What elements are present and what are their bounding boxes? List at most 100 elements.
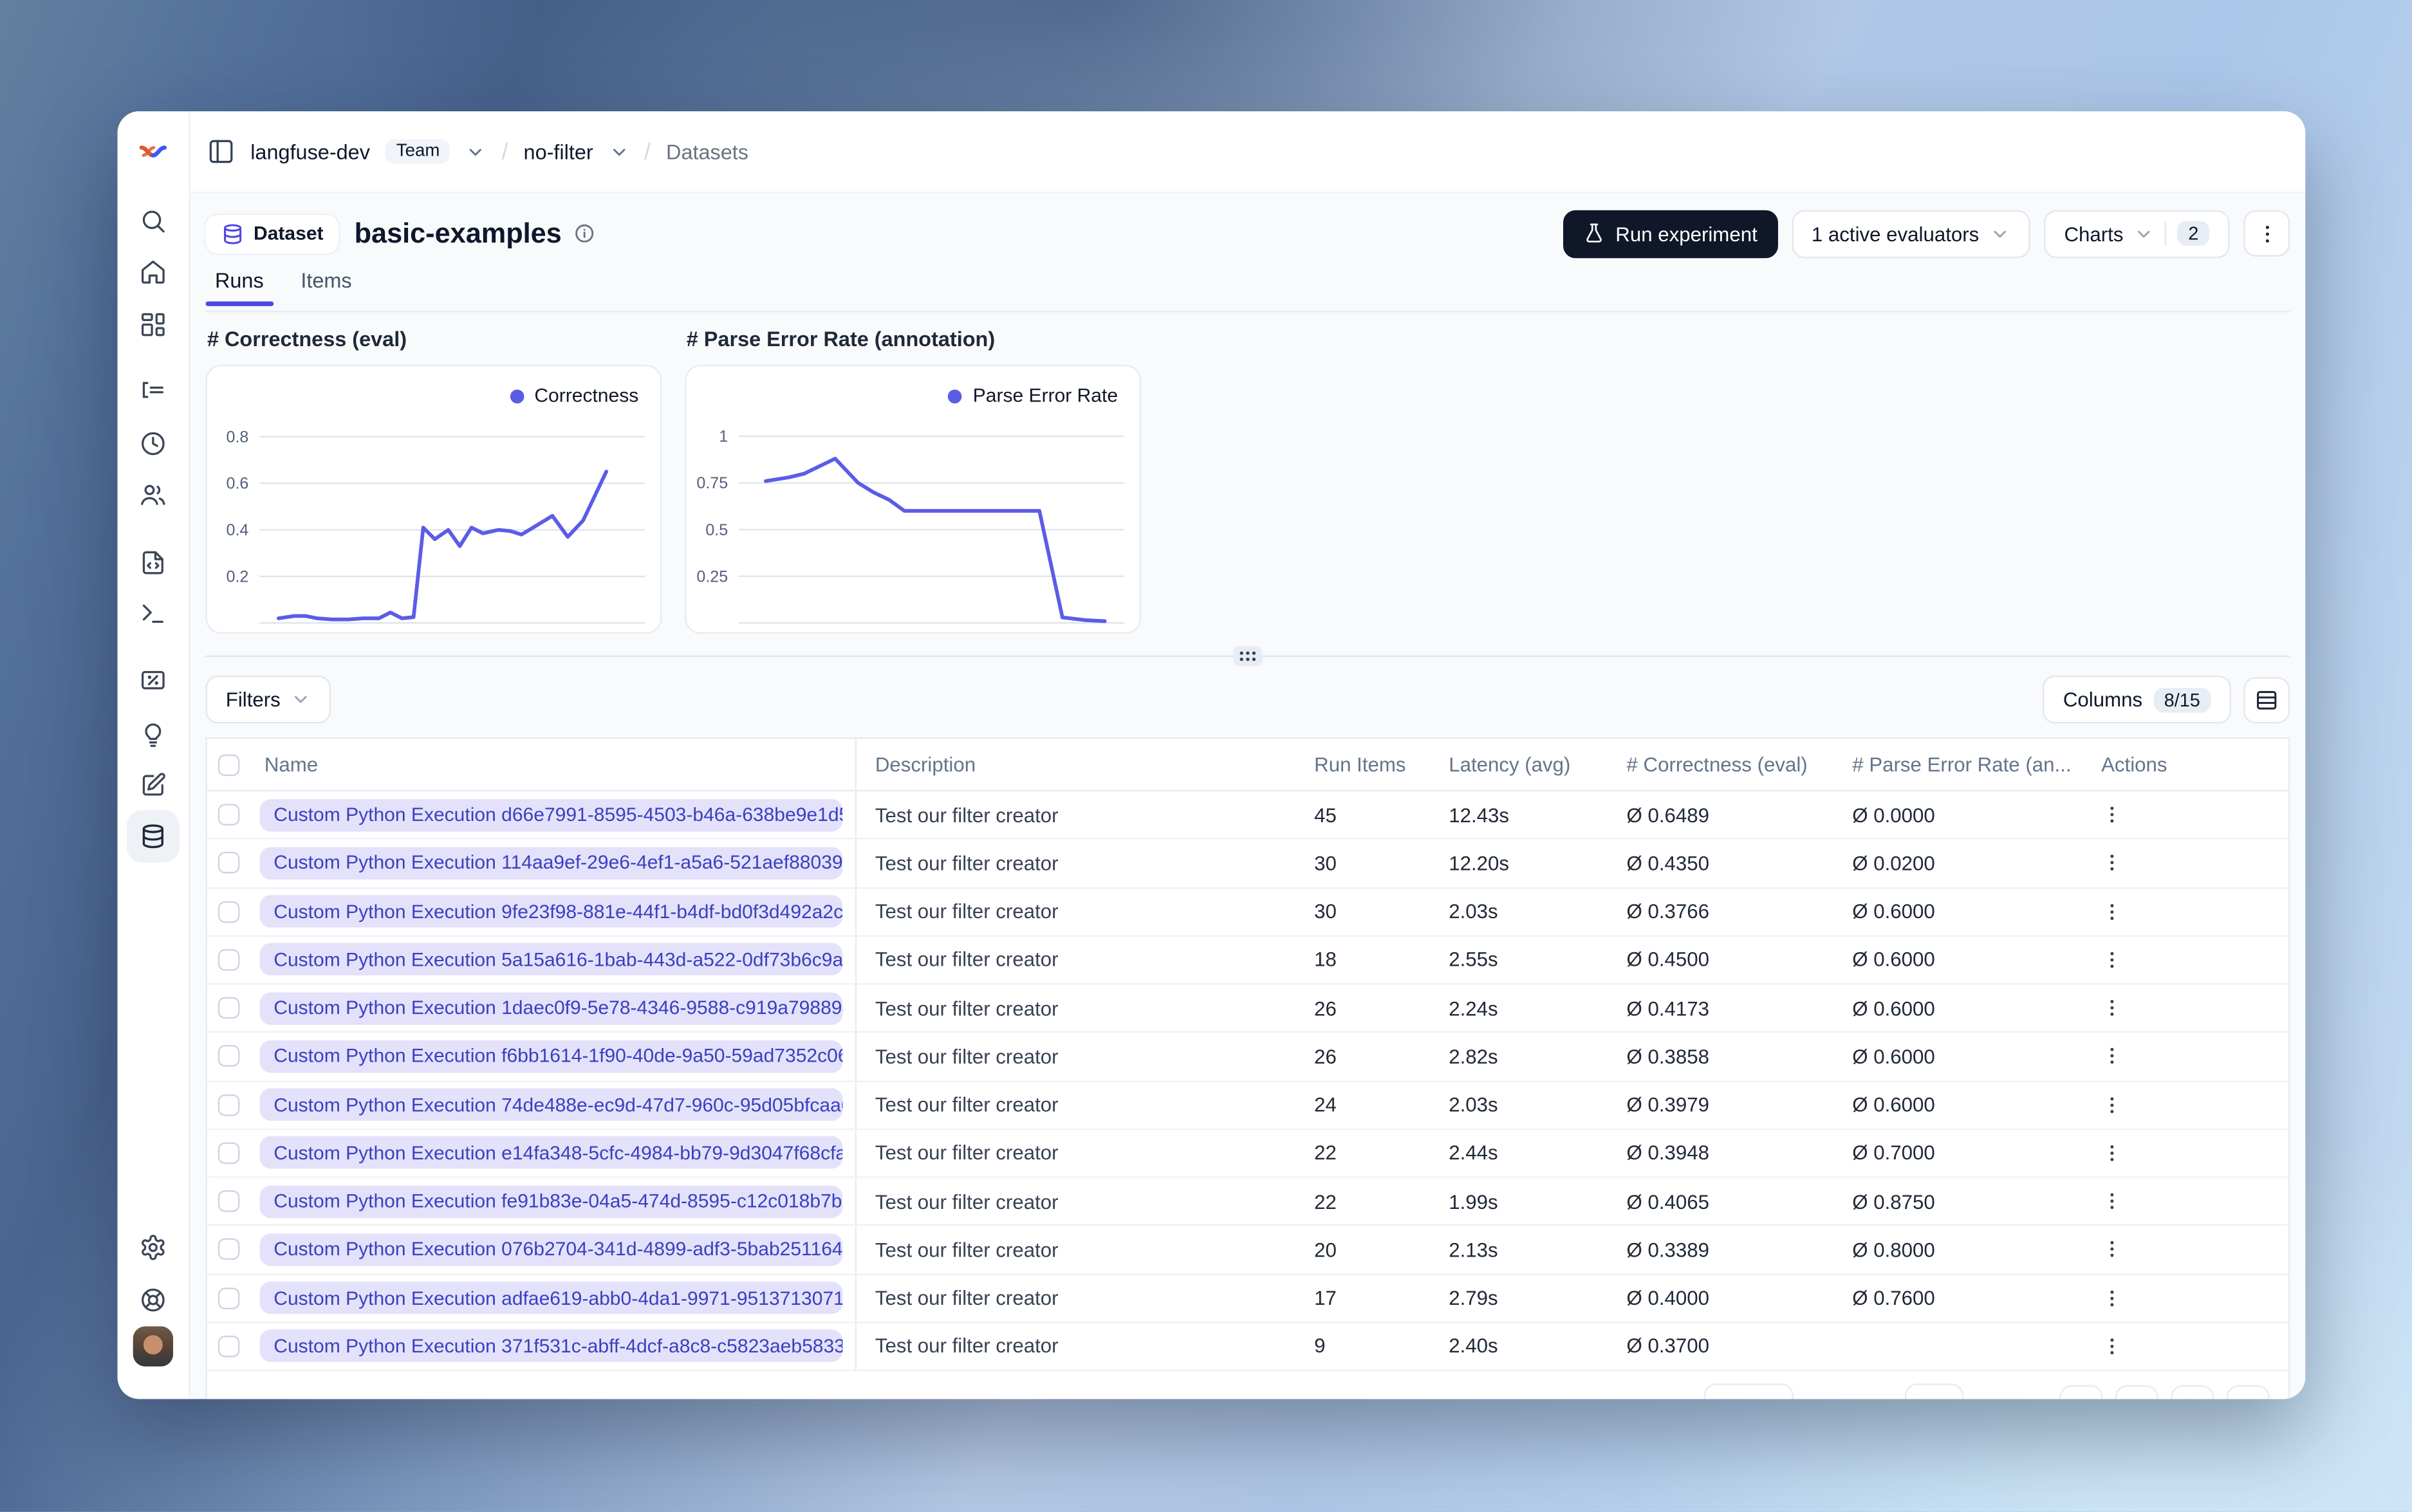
row-checkbox[interactable] [207,997,249,1019]
select-all-checkbox[interactable] [207,753,249,775]
cell-description: Test our filter creator [875,996,1059,1020]
top-navigation-bar: langfuse-dev Team / no-filter / Datasets [190,111,2306,194]
annotation-icon[interactable] [139,771,167,799]
info-icon[interactable] [574,223,596,244]
col-header-description[interactable]: Description [857,753,1314,776]
flask-icon [1586,223,1602,243]
tab-items[interactable]: Items [298,264,355,304]
run-name-link[interactable]: Custom Python Execution 74de488e-ec9d-47… [259,1088,843,1121]
scores-icon[interactable] [139,667,167,694]
row-checkbox[interactable] [207,852,249,874]
col-header-name[interactable]: Name [249,739,857,790]
org-type-badge: Team [385,139,451,164]
filters-button[interactable]: Filters [205,675,332,724]
row-actions-button[interactable] [2073,1239,2288,1260]
row-checkbox[interactable] [207,1287,249,1309]
row-actions-button[interactable] [2073,1336,2288,1358]
prompts-icon[interactable] [139,549,167,576]
run-name-link[interactable]: Custom Python Execution 371f531c-abff-4d… [259,1330,843,1363]
playground-icon[interactable] [139,600,167,627]
support-lifebuoy-icon[interactable] [139,1286,167,1314]
row-actions-button[interactable] [2073,804,2288,826]
row-checkbox[interactable] [207,1094,249,1116]
rows-per-page-select[interactable]: 50 [1704,1383,1794,1399]
row-actions-button[interactable] [2073,1046,2288,1067]
page-number-input[interactable]: 1 [1905,1383,1965,1399]
row-checkbox[interactable] [207,900,249,923]
charts-dropdown[interactable]: Charts 2 [2044,209,2230,258]
run-name-link[interactable]: Custom Python Execution fe91b83e-04a5-47… [259,1185,843,1218]
cell-parse-error: Ø 0.0000 [1852,803,1935,827]
evaluators-dropdown[interactable]: 1 active evaluators [1791,209,2030,258]
chart-card: Correctness 0.8 0.6 0.4 0.2 [205,365,662,634]
columns-button[interactable]: Columns 8/15 [2043,675,2231,724]
datasets-icon-active[interactable] [127,809,180,863]
row-checkbox[interactable] [207,1335,249,1358]
kebab-menu-button[interactable] [2243,210,2290,257]
next-page-button[interactable]: › [2171,1385,2214,1399]
cell-parse-error: Ø 0.8750 [1852,1190,1935,1213]
row-checkbox[interactable] [207,948,249,971]
run-name-link[interactable]: Custom Python Execution 9fe23f98-881e-44… [259,895,843,928]
run-name-link[interactable]: Custom Python Execution 5a15a616-1bab-44… [259,943,843,976]
tab-runs[interactable]: Runs [205,264,272,306]
breadcrumb-project[interactable]: no-filter [524,140,593,163]
grip-dots-icon [1239,651,1256,661]
kebab-icon [2110,903,2114,919]
row-checkbox[interactable] [207,1142,249,1164]
dataset-entity-label: Dataset [254,222,324,244]
cell-parse-error: Ø 0.6000 [1852,1044,1935,1068]
main-area: langfuse-dev Team / no-filter / Datasets [190,111,2306,1399]
col-header-latency[interactable]: Latency (avg) [1449,753,1626,776]
col-header-parse-error[interactable]: # Parse Error Rate (an... [1852,753,2073,776]
chevron-down-icon[interactable] [609,142,629,161]
breadcrumb-section[interactable]: Datasets [666,140,748,163]
row-actions-button[interactable] [2073,901,2288,923]
home-icon[interactable] [139,258,167,286]
row-actions-button[interactable] [2073,1094,2288,1116]
settings-gear-icon[interactable] [139,1233,167,1261]
kebab-icon [2110,1096,2114,1113]
row-checkbox[interactable] [207,1239,249,1260]
chevron-down-icon[interactable] [466,142,486,161]
prev-page-button[interactable]: ‹ [2115,1385,2158,1399]
last-page-button[interactable]: » [2226,1385,2270,1399]
row-actions-button[interactable] [2073,853,2288,874]
run-name-link[interactable]: Custom Python Execution 076b2704-341d-48… [259,1233,843,1266]
sessions-icon[interactable] [139,430,167,457]
row-height-button[interactable] [2243,676,2290,723]
kebab-icon [2110,1048,2114,1065]
row-checkbox[interactable] [207,1046,249,1067]
run-name-link[interactable]: Custom Python Execution 1daec0f9-5e78-43… [259,991,843,1024]
langfuse-logo[interactable] [138,136,169,167]
cell-latency: 1.99s [1449,1190,1498,1213]
row-actions-button[interactable] [2073,949,2288,971]
col-header-run-items[interactable]: Run Items [1314,753,1449,776]
legend-dot [948,389,962,403]
dashboards-icon[interactable] [139,311,167,338]
row-checkbox[interactable] [207,1190,249,1212]
run-name-link[interactable]: Custom Python Execution e14fa348-5cfc-49… [259,1136,843,1170]
insights-icon[interactable] [139,721,167,748]
cell-latency: 2.13s [1449,1238,1498,1262]
row-actions-button[interactable] [2073,1287,2288,1309]
users-icon[interactable] [139,481,167,508]
run-name-link[interactable]: Custom Python Execution f6bb1614-1f90-40… [259,1040,843,1073]
resize-grip-handle[interactable] [1233,646,1263,667]
row-actions-button[interactable] [2073,997,2288,1019]
svg-text:1: 1 [719,428,728,446]
run-experiment-button[interactable]: Run experiment [1563,209,1778,258]
row-actions-button[interactable] [2073,1142,2288,1164]
search-icon[interactable] [139,207,167,235]
run-name-link[interactable]: Custom Python Execution d66e7991-8595-45… [259,798,843,831]
run-name-link[interactable]: Custom Python Execution adfae619-abb0-4d… [259,1282,843,1314]
col-header-correctness[interactable]: # Correctness (eval) [1626,753,1852,776]
row-actions-button[interactable] [2073,1190,2288,1212]
tracing-icon[interactable] [139,377,167,405]
breadcrumb-org[interactable]: langfuse-dev [250,140,370,163]
run-name-link[interactable]: Custom Python Execution 114aa9ef-29e6-4e… [259,847,843,880]
sidebar-toggle-icon[interactable] [207,138,235,165]
user-avatar[interactable] [133,1326,174,1367]
first-page-button[interactable]: « [2059,1385,2103,1399]
row-checkbox[interactable] [207,804,249,826]
